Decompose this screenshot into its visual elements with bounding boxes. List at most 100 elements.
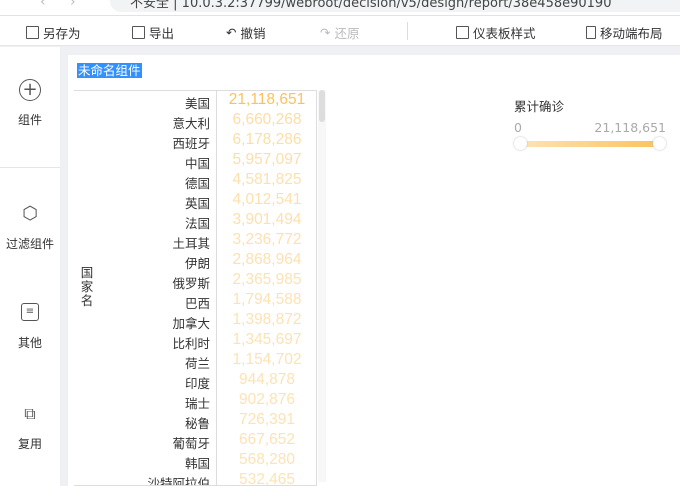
confirmed-value: 726,391	[238, 411, 296, 428]
divider	[0, 167, 60, 168]
country-name: 美国	[184, 96, 210, 111]
table-row[interactable]: 韩国 568,280	[74, 451, 316, 471]
forward-icon[interactable]: ›	[70, 0, 76, 10]
table-row[interactable]: 荷兰 1,154,702	[74, 351, 316, 371]
country-name: 意大利	[172, 116, 210, 131]
redo-icon: ↷	[320, 25, 331, 40]
country-name: 瑞士	[184, 396, 210, 411]
table-row[interactable]: 沙特阿拉伯 532,465	[74, 471, 316, 486]
sidebar-item-other[interactable]: ≡ 其他	[0, 303, 60, 351]
confirmed-value: 21,118,651	[228, 91, 306, 108]
country-name: 沙特阿拉伯	[147, 476, 210, 486]
country-name: 土耳其	[172, 236, 210, 251]
sidebar-label: 其他	[17, 336, 42, 350]
table-row[interactable]: 俄罗斯 2,365,985	[74, 271, 316, 291]
export-label: 导出	[149, 26, 175, 41]
confirmed-value: 532,465	[238, 471, 296, 486]
table-row[interactable]: 美国 21,118,651	[74, 91, 316, 111]
table-row[interactable]: 巴西 1,794,588	[74, 291, 316, 311]
undo-icon: ↶	[226, 25, 237, 40]
table-row[interactable]: 中国 5,957,097	[74, 151, 316, 171]
column-divider	[216, 90, 217, 486]
scrollbar-thumb[interactable]	[319, 90, 325, 122]
confirmed-value: 667,652	[238, 431, 296, 448]
legend-max-handle[interactable]	[653, 137, 666, 150]
table-row[interactable]: 法国 3,901,494	[74, 211, 316, 231]
save-as-button[interactable]: 另存为	[26, 23, 81, 42]
confirmed-value: 4,581,825	[232, 171, 302, 188]
url-text: 10.0.3.2:37799/webroot/decision/v5/desig…	[181, 0, 612, 11]
table-row[interactable]: 土耳其 3,236,772	[74, 231, 316, 251]
legend-title: 累计确诊	[514, 99, 565, 114]
sidebar-item-filter[interactable]: ⬡ 过滤组件	[0, 203, 60, 252]
redo-button[interactable]: ↷ 还原	[320, 23, 360, 42]
mobile-layout-button[interactable]: 移动端布局	[586, 23, 663, 42]
dashboard-style-label: 仪表板样式	[473, 26, 536, 41]
legend-gradient-bar	[520, 141, 660, 147]
table-row[interactable]: 伊朗 2,868,964	[74, 251, 316, 271]
confirmed-value: 3,901,494	[232, 211, 302, 228]
country-name: 比利时	[172, 336, 210, 351]
toolbar: 另存为 导出 ↶ 撤销 ↷ 还原 仪表板样式 移动端布局	[0, 16, 680, 46]
legend-min-handle[interactable]	[514, 137, 527, 150]
confirmed-value: 6,660,268	[232, 111, 302, 128]
scrollbar-track[interactable]	[318, 90, 326, 482]
table-row[interactable]: 加拿大 1,398,872	[74, 311, 316, 331]
sidebar-label: 过滤组件	[5, 237, 54, 251]
confirmed-value: 5,957,097	[232, 151, 302, 168]
table-row[interactable]: 印度 944,878	[74, 371, 316, 391]
browser-bar: ‹ › 不安全 | 10.0.3.2:37799/webroot/decisio…	[0, 0, 680, 16]
country-name: 巴西	[184, 296, 210, 311]
address-bar[interactable]: 不安全 | 10.0.3.2:37799/webroot/decision/v5…	[110, 0, 680, 12]
country-name: 伊朗	[184, 256, 210, 271]
sidebar-item-reuse[interactable]: ⧉ 复用	[0, 403, 60, 452]
note-icon: ≡	[21, 303, 39, 321]
legend-min: 0	[514, 120, 522, 135]
confirmed-value: 2,365,985	[232, 271, 302, 288]
country-table: 美国 21,118,651 意大利 6,660,268 西班牙 6,178,286 中国 5,…	[74, 90, 316, 486]
cube-icon: ⬡	[22, 203, 38, 224]
table-row[interactable]: 西班牙 6,178,286	[74, 131, 316, 151]
toolbar-divider	[407, 22, 408, 40]
legend-max: 21,118,651	[594, 120, 666, 135]
country-name: 韩国	[184, 456, 210, 471]
confirmed-value: 1,794,588	[232, 291, 302, 308]
undo-label: 撤销	[240, 26, 266, 41]
back-icon[interactable]: ‹	[40, 0, 46, 10]
export-button[interactable]: 导出	[132, 23, 174, 42]
redo-label: 还原	[334, 26, 360, 41]
palette-icon	[456, 26, 469, 39]
sidebar-label: 复用	[17, 437, 42, 451]
country-name: 荷兰	[184, 356, 210, 371]
country-name: 德国	[184, 176, 210, 191]
undo-button[interactable]: ↶ 撤销	[226, 23, 266, 42]
color-legend: 累计确诊 0 21,118,651	[514, 96, 666, 150]
sidebar-item-components[interactable]: + 组件	[0, 79, 60, 128]
plus-circle-icon: +	[19, 79, 41, 101]
sidebar: + 组件 ⬡ 过滤组件 ≡ 其他 ⧉ 复用	[0, 47, 60, 486]
confirmed-value: 6,178,286	[232, 131, 302, 148]
widget-title[interactable]: 未命名组件	[77, 63, 142, 78]
country-name: 印度	[184, 376, 210, 391]
table-row[interactable]: 英国 4,012,541	[74, 191, 316, 211]
confirmed-value: 4,012,541	[232, 191, 302, 208]
table-row[interactable]: 葡萄牙 667,652	[74, 431, 316, 451]
table-border	[316, 90, 317, 486]
country-name: 西班牙	[172, 136, 210, 151]
confirmed-value: 3,236,772	[232, 231, 302, 248]
confirmed-value: 1,154,702	[232, 351, 302, 368]
confirmed-value: 2,868,964	[232, 251, 302, 268]
save-icon	[26, 26, 39, 39]
mobile-icon	[586, 26, 596, 39]
dashboard-style-button[interactable]: 仪表板样式	[456, 23, 536, 42]
country-name: 英国	[184, 196, 210, 211]
confirmed-value: 944,878	[238, 371, 296, 388]
confirmed-value: 1,398,872	[232, 311, 302, 328]
table-row[interactable]: 意大利 6,660,268	[74, 111, 316, 131]
country-name: 俄罗斯	[172, 276, 210, 291]
country-name: 加拿大	[172, 316, 210, 331]
table-row[interactable]: 秘鲁 726,391	[74, 411, 316, 431]
table-row[interactable]: 比利时 1,345,697	[74, 331, 316, 351]
table-row[interactable]: 瑞士 902,876	[74, 391, 316, 411]
table-row[interactable]: 德国 4,581,825	[74, 171, 316, 191]
